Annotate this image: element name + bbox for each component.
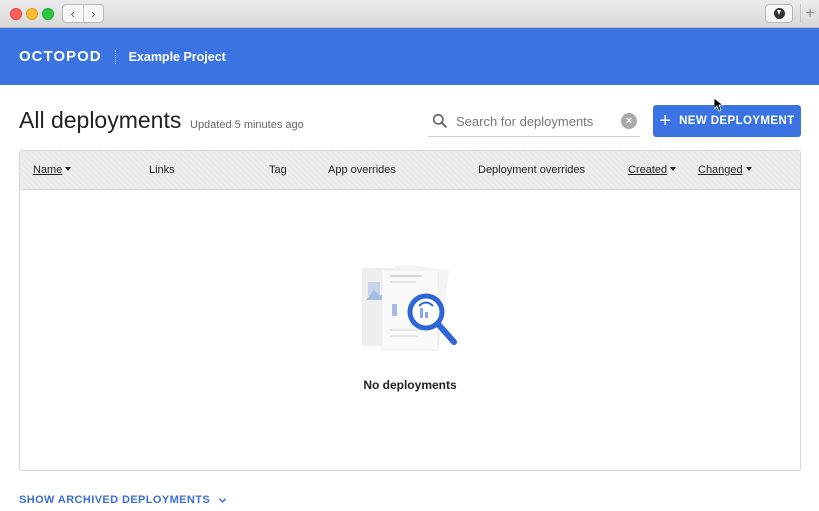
column-header-created[interactable]: Created — [628, 164, 677, 176]
plus-icon: + — [659, 110, 672, 132]
column-header-links: Links — [149, 164, 175, 176]
magnifier-illustration — [362, 266, 457, 351]
column-label: Name — [33, 164, 63, 176]
column-header-deployment-overrides: Deployment overrides — [478, 164, 585, 176]
app-header: OCTOPOD Example Project — [0, 28, 819, 85]
forward-icon[interactable]: › — [82, 5, 104, 22]
deployments-table: Name Links Tag App overrides Deployment … — [19, 150, 801, 471]
chevron-down-icon — [218, 497, 227, 503]
downloads-button[interactable] — [765, 4, 793, 23]
show-archived-toggle[interactable]: SHOW ARCHIVED DEPLOYMENTS — [19, 494, 227, 506]
search-input[interactable] — [456, 113, 616, 129]
sort-caret-icon — [670, 167, 677, 171]
sort-caret-icon — [65, 167, 72, 171]
column-header-name[interactable]: Name — [33, 164, 72, 176]
column-label: Changed — [698, 164, 743, 176]
new-deployment-label: NEW DEPLOYMENT — [679, 115, 795, 127]
header-divider — [114, 49, 116, 64]
window-titlebar: ‹ › + — [0, 0, 819, 28]
updated-status: Updated 5 minutes ago — [190, 119, 304, 131]
column-label: Created — [628, 164, 668, 176]
sort-caret-icon — [745, 167, 752, 171]
history-nav: ‹ › — [62, 4, 104, 23]
new-deployment-button[interactable]: + NEW DEPLOYMENT — [653, 105, 801, 137]
download-icon — [773, 8, 785, 19]
search-icon — [432, 113, 447, 128]
column-header-changed[interactable]: Changed — [698, 164, 752, 176]
back-icon[interactable]: ‹ — [63, 5, 83, 22]
minimize-window-button[interactable] — [26, 8, 38, 20]
column-header-tag: Tag — [269, 164, 287, 176]
brand-logo[interactable]: OCTOPOD — [19, 48, 102, 65]
column-header-app-overrides: App overrides — [328, 164, 396, 176]
table-header: Name Links Tag App overrides Deployment … — [20, 151, 800, 190]
clear-icon[interactable]: × — [621, 113, 637, 129]
project-name: Example Project — [128, 49, 226, 64]
mouse-cursor-icon — [714, 98, 724, 112]
show-archived-label: SHOW ARCHIVED DEPLOYMENTS — [19, 494, 211, 506]
new-tab-button[interactable]: + — [800, 4, 819, 23]
search-box: × — [428, 106, 640, 137]
close-window-button[interactable] — [10, 8, 22, 20]
zoom-window-button[interactable] — [42, 8, 54, 20]
empty-state-message: No deployments — [363, 378, 457, 392]
page-title: All deployments — [19, 107, 182, 133]
